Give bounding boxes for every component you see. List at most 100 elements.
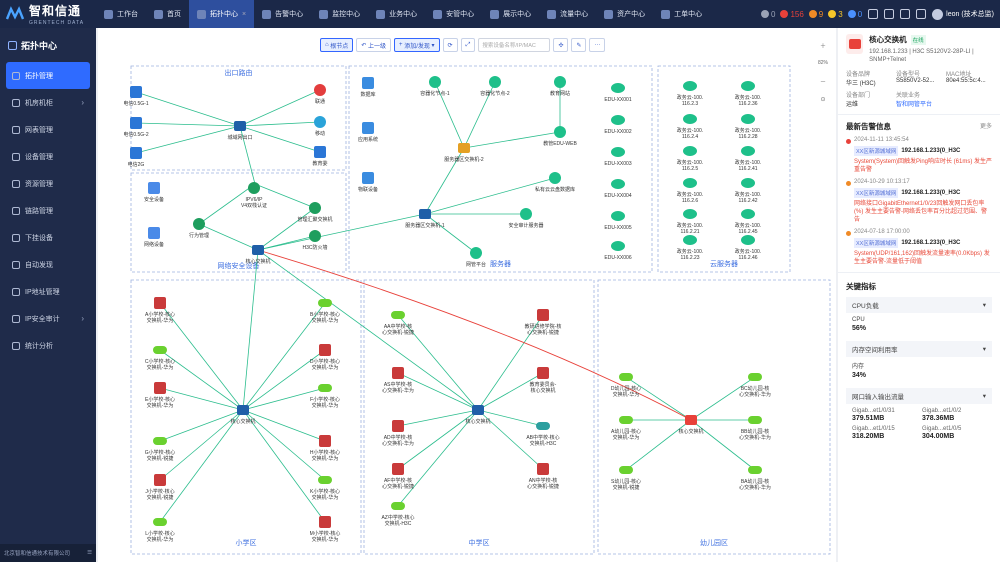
alarm-counter[interactable]: 0 [760,10,775,19]
device-node[interactable]: IPV6/IP V4双栈认证 [241,182,267,209]
sidebar-item[interactable]: 资源管理 [0,170,96,197]
device-node[interactable]: 政务云-100. 116.2.4 [677,114,703,140]
sidebar-item[interactable]: 设备管理 [0,143,96,170]
device-node[interactable]: 政务云-100. 116.2.41 [735,146,761,172]
device-node[interactable]: 移动 [314,116,326,137]
device-node[interactable]: G小学校-核心交换机-锐捷 [145,437,176,462]
device-node[interactable]: B小学校-核心交换机-华为 [310,299,340,324]
device-node[interactable]: 数据库 [360,77,376,98]
sidebar-item[interactable]: 下挂设备 [0,224,96,251]
bell-icon[interactable] [900,9,911,19]
topology-link[interactable] [242,409,326,523]
top-nav-tab[interactable]: 流量中心 [539,0,596,28]
device-node[interactable]: AS中学校-核心交换机-华为 [382,367,414,394]
device-node[interactable]: EDU-XX006 [604,241,632,261]
device-node[interactable]: 服务器区交换机-1 [405,209,445,229]
sidebar-item[interactable]: 网表管理 [0,116,96,143]
device-node[interactable]: 安全设备 [144,182,164,203]
device-node[interactable]: 政务云-100. 116.2.46 [735,235,761,261]
device-node[interactable]: 政务云-100. 116.2.45 [735,209,761,235]
device-node[interactable]: EDU-XX004 [604,179,632,199]
device-node[interactable]: 核心交换机 [678,415,704,435]
device-node[interactable]: 联通 [314,84,326,105]
device-node[interactable]: EDU-XX002 [604,115,632,135]
device-node[interactable]: 电信0.5G-1 [123,86,149,107]
device-node[interactable]: 政务云-100. 116.2.3 [677,81,703,107]
device-node[interactable]: 政务云-100. 116.2.6 [677,178,703,204]
topology-link[interactable] [135,91,241,127]
device-node[interactable]: 容器化节点-1 [420,76,450,97]
alarm-counter[interactable]: 3 [828,10,843,19]
device-node[interactable]: M小学校-核心交换机-华为 [310,516,341,543]
close-icon[interactable]: × [242,11,246,18]
device-node[interactable]: 容器化节点-2 [480,76,510,97]
device-node[interactable]: EDU-XX001 [604,83,632,103]
device-node[interactable]: AF中学校-核心交换机-锐捷 [382,463,414,490]
topology-canvas[interactable]: ⌂ 根节点 ↶ 上一级 + 添加/发现 ▾ ⟳ ⤢ 搜索设备名称/IP/MAC … [98,28,836,562]
device-node[interactable]: AZ中学校-核心交换机-H3C [381,502,415,527]
topology-link[interactable] [135,122,241,127]
topology-link[interactable] [690,419,756,471]
topology-link[interactable] [625,376,692,421]
sidebar-item[interactable]: 链路管理 [0,197,96,224]
topology-link[interactable] [239,121,321,127]
topology-link[interactable] [159,409,244,442]
device-node[interactable]: 城域网出口 [227,121,253,141]
device-node[interactable]: BC幼儿园-核心交换机-华为 [739,373,771,398]
device-node[interactable]: 政务云-100. 116.2.36 [735,81,761,107]
device-node[interactable]: 政务云-100. 116.2.21 [677,209,703,235]
device-node[interactable]: 政务云-100. 116.2.5 [677,146,703,172]
topology-link[interactable] [135,125,241,154]
device-node[interactable]: 网络设备 [144,227,164,248]
topology-graph[interactable]: 出口路由服务器 云服务器网络安全设备小学区 中学区 幼儿园区城域网出口电信0.5G-1… [98,28,836,562]
sidebar-item[interactable]: 统计分析 [0,332,96,359]
device-node[interactable]: 电信0.5G-2 [123,117,149,138]
device-node[interactable]: 网管平台 [466,247,486,268]
device-node[interactable]: AB中学校-核心交换机-H3C [526,422,560,447]
device-node[interactable]: K小学校-核心交换机-华为 [310,476,340,501]
device-node[interactable]: C小学校-核心交换机-华为 [145,346,175,371]
device-node[interactable]: 核心交换机 [465,405,491,425]
device-node[interactable]: 教育网站 [550,76,570,97]
device-node[interactable]: 政务云-100. 116.2.23 [677,235,703,261]
alarm-counter[interactable]: 9 [808,10,823,19]
top-nav-tab[interactable]: 工单中心 [653,0,710,28]
collapse-menu-icon[interactable]: ☰ [87,550,92,556]
topology-link[interactable] [424,213,477,254]
device-node[interactable]: 教育委员会-核心交换机 [530,367,557,394]
device-node[interactable]: 教管EDU-WEB [543,126,577,147]
top-nav-tab[interactable]: 业务中心 [368,0,425,28]
device-node[interactable]: A小学校-核心交换机-华为 [145,297,175,324]
sidebar-item[interactable]: 机房机柜 › [0,89,96,116]
top-nav-tab[interactable]: 资产中心 [596,0,653,28]
alarms-more-link[interactable]: 更多 [980,121,992,132]
topology-link[interactable] [424,177,556,215]
alarm-item[interactable]: 2024-11-11 13:45:54 XX区新源城域网 192.168.1.233… [846,137,992,174]
device-node[interactable]: BA幼儿园-核心交换机-华为 [739,466,771,491]
device-node[interactable]: AN中学校-核心交换机-锐捷 [527,463,559,490]
topology-link[interactable] [242,409,326,442]
device-node[interactable]: L小学校-核心交换机-华为 [145,518,175,543]
top-nav-tab[interactable]: 告警中心 [254,0,311,28]
topology-link[interactable] [159,409,244,523]
device-node[interactable]: AA中学校-核心交换机-锐捷 [382,311,414,336]
top-nav-tab[interactable]: 首页 [146,0,189,28]
device-node[interactable]: J小学校-核心交换机-锐捷 [145,474,175,501]
device-node[interactable]: 应用系统 [358,122,378,143]
device-node[interactable]: D幼儿园-核心交换机-华为 [611,373,641,398]
device-node[interactable]: H小学校-核心交换机-华为 [310,435,340,462]
topology-link[interactable] [625,419,692,471]
topology-link[interactable] [239,89,321,127]
sidebar-item[interactable]: 拓扑管理 [6,62,90,89]
shirt-icon[interactable] [868,9,879,19]
device-node[interactable]: EDU-XX005 [604,211,632,231]
sidebar-item[interactable]: 自动发现 [0,251,96,278]
device-node[interactable]: E小学校-核心交换机-华为 [145,382,175,409]
alarm-item[interactable]: 2024-07-18 17:00:00 XX区新源城域网 192.168.1.233… [846,229,992,266]
sidebar-item[interactable]: IP安全审计 › [0,305,96,332]
sidebar-item[interactable]: IP地址管理 [0,278,96,305]
device-node[interactable]: 教育委 [312,146,328,167]
alarm-counter[interactable]: 156 [780,10,804,19]
device-node[interactable]: 电信2G [128,147,145,168]
cpu-header[interactable]: CPU负载 ▾ [846,297,992,314]
